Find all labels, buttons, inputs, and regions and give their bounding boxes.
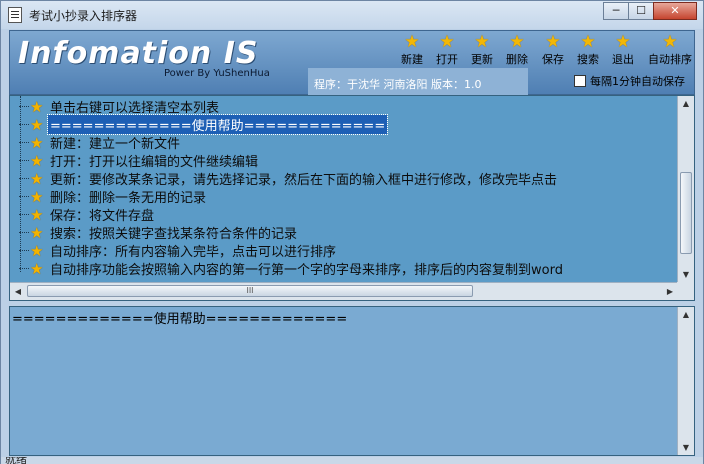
tree-item-label: 自动排序：所有内容输入完毕，点击可以进行排序 (50, 245, 337, 260)
tree-item[interactable]: ★ 单击右键可以选择清空本列表 (19, 97, 221, 116)
editor-text[interactable]: =============使用帮助============= (12, 308, 347, 327)
tree-item[interactable]: ★ 删除：删除一条无用的记录 (19, 187, 208, 206)
program-info-strip: 程序：于沈华 河南洛阳 版本：1.0 (308, 68, 528, 95)
scroll-up-arrow-icon[interactable]: ▲ (678, 307, 694, 322)
tree-item-label: 自动排序功能会按照输入内容的第一行第一个字的字母来排序，排序后的内容复制到wor… (50, 263, 563, 278)
tree-branch (19, 196, 29, 197)
star-icon: ★ (30, 259, 44, 278)
tree-branch (19, 268, 29, 269)
star-icon: ★ (580, 32, 596, 52)
content-editor[interactable]: =============使用帮助============= ▲ ▼ (9, 306, 695, 456)
tree-horizontal-scrollbar[interactable]: ◀ III ▶ (10, 282, 678, 300)
minimize-button[interactable]: ─ (603, 2, 629, 20)
tree-vertical-scrollbar[interactable]: ▲ ▼ (677, 96, 694, 282)
scroll-thumb-horizontal[interactable]: III (27, 285, 473, 297)
star-icon: ★ (30, 241, 44, 260)
app-icon (8, 7, 22, 23)
auto-sort-button[interactable]: ★ 自动排序 (648, 32, 692, 67)
tree-item-label: 保存：将文件存盘 (50, 209, 155, 224)
autosave-checkbox[interactable] (574, 75, 586, 87)
scroll-thumb[interactable] (680, 172, 692, 254)
scroll-down-arrow-icon[interactable]: ▼ (678, 440, 694, 455)
program-info-text: 程序：于沈华 河南洛阳 版本：1.0 (314, 78, 482, 91)
star-icon: ★ (509, 32, 525, 52)
autosave-option[interactable]: 每隔1分钟自动保存 (574, 73, 685, 89)
tree-item[interactable]: ★ 更新：要修改某条记录，请先选择记录，然后在下面的输入框中进行修改，修改完毕点… (19, 169, 559, 188)
editor-vertical-scrollbar[interactable]: ▲ ▼ (677, 307, 694, 455)
tree-item-selected[interactable]: ★ =============使用帮助============= (19, 114, 389, 135)
tree-item[interactable]: ★ 保存：将文件存盘 (19, 205, 156, 224)
status-bar: 就绪 (1, 457, 703, 464)
star-icon: ★ (30, 187, 44, 206)
star-icon: ★ (615, 32, 631, 52)
header-banner: Infomation IS Power By YuShenHua 程序：于沈华 … (9, 30, 695, 95)
star-icon: ★ (30, 223, 44, 242)
exit-button[interactable]: ★ 退出 (603, 33, 643, 67)
star-icon: ★ (662, 32, 678, 52)
star-icon: ★ (474, 32, 490, 52)
star-icon: ★ (545, 32, 561, 52)
star-icon: ★ (30, 205, 44, 224)
star-icon: ★ (30, 169, 44, 188)
auto-sort-button-label: 自动排序 (648, 53, 692, 66)
scroll-left-arrow-icon[interactable]: ◀ (10, 283, 26, 300)
record-tree[interactable]: ★ 单击右键可以选择清空本列表 ★ =============使用帮助=====… (9, 95, 695, 301)
tree-item[interactable]: ★ 打开：打开以往编辑的文件继续编辑 (19, 151, 260, 170)
star-icon: ★ (439, 32, 455, 52)
star-icon: ★ (30, 115, 44, 134)
tree-item-label: 新建：建立一个新文件 (50, 137, 181, 152)
app-window: 考试小抄录入排序器 ─ ☐ ✕ Infomation IS Power By Y… (0, 0, 704, 464)
tree-branch (19, 124, 29, 125)
tree-item-label: 更新：要修改某条记录，请先选择记录，然后在下面的输入框中进行修改，修改完毕点击 (50, 173, 558, 188)
close-button[interactable]: ✕ (653, 2, 697, 20)
title-bar[interactable]: 考试小抄录入排序器 ─ ☐ ✕ (1, 1, 703, 29)
scroll-down-arrow-icon[interactable]: ▼ (678, 267, 694, 282)
autosave-label: 每隔1分钟自动保存 (590, 75, 685, 88)
maximize-button[interactable]: ☐ (628, 2, 654, 20)
tree-item-label: 单击右键可以选择清空本列表 (50, 101, 220, 116)
window-title: 考试小抄录入排序器 (29, 9, 138, 23)
star-icon: ★ (30, 151, 44, 170)
scrollbar-corner (677, 282, 694, 300)
tree-item-label: 搜索：按照关键字查找某条符合条件的记录 (50, 227, 298, 242)
powered-by-label: Power By YuShenHua (164, 68, 270, 79)
scroll-right-arrow-icon[interactable]: ▶ (662, 283, 678, 300)
exit-button-label: 退出 (612, 53, 634, 66)
tree-branch (19, 106, 29, 107)
tree-item-label: 打开：打开以往编辑的文件继续编辑 (50, 155, 259, 170)
tree-item-label: 删除：删除一条无用的记录 (50, 191, 207, 206)
tree-branch (19, 214, 29, 215)
tree-item[interactable]: ★ 自动排序：所有内容输入完毕，点击可以进行排序 (19, 241, 338, 260)
app-logo: Infomation IS (18, 36, 259, 71)
tree-branch (19, 142, 29, 143)
caption-buttons: ─ ☐ ✕ (603, 2, 697, 20)
tree-branch (19, 232, 29, 233)
tree-branch (19, 160, 29, 161)
status-text: 就绪 (5, 457, 27, 464)
star-icon: ★ (404, 32, 420, 52)
scroll-up-arrow-icon[interactable]: ▲ (678, 96, 694, 111)
tree-item[interactable]: ★ 新建：建立一个新文件 (19, 133, 182, 152)
star-icon: ★ (30, 133, 44, 152)
star-icon: ★ (30, 97, 44, 116)
tree-item-label: =============使用帮助============= (46, 114, 389, 135)
tree-branch (19, 178, 29, 179)
tree-branch (19, 250, 29, 251)
tree-item[interactable]: ★ 自动排序功能会按照输入内容的第一行第一个字的字母来排序，排序后的内容复制到w… (19, 259, 565, 278)
tree-item[interactable]: ★ 搜索：按照关键字查找某条符合条件的记录 (19, 223, 299, 242)
